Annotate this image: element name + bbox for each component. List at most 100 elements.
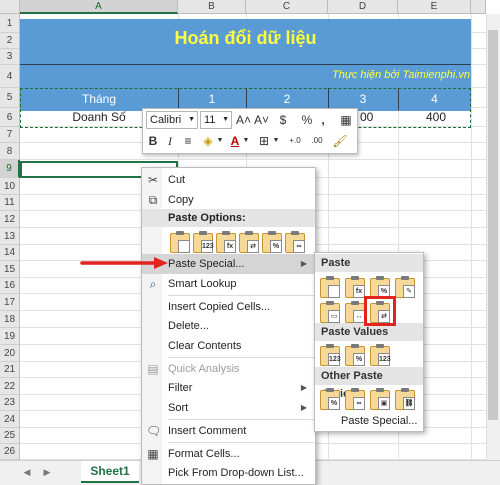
paste-picture-icon[interactable]: ▣ xyxy=(370,388,390,410)
percent-button[interactable]: % xyxy=(300,111,314,129)
red-arrow-annotation xyxy=(80,257,168,269)
shrink-font-button[interactable]: A˅ xyxy=(254,111,269,129)
row-header-7[interactable]: 7 xyxy=(0,127,20,143)
row-header-6[interactable]: 6 xyxy=(0,108,20,127)
increase-decimal-button[interactable]: +.0 xyxy=(284,132,306,150)
filter-label: Filter xyxy=(168,382,193,394)
paste-linked-picture-icon[interactable]: ⛓ xyxy=(395,388,415,410)
paste-values-number-format-icon[interactable]: % xyxy=(345,344,365,366)
column-header-b[interactable]: B xyxy=(178,0,246,14)
column-header-f[interactable] xyxy=(471,0,486,14)
font-name-value: Calibri xyxy=(150,114,182,126)
row-header-12[interactable]: 12 xyxy=(0,211,20,228)
row-header-3[interactable]: 3 xyxy=(0,49,20,65)
row-header-5[interactable]: 5 xyxy=(0,88,20,108)
row-header-22[interactable]: 22 xyxy=(0,378,20,395)
menu-item-sort[interactable]: Sort ▶ xyxy=(142,398,315,418)
chevron-down-icon[interactable]: ▼ xyxy=(242,132,250,150)
decrease-decimal-button[interactable]: .00 xyxy=(306,132,328,150)
column-header-a[interactable]: A xyxy=(20,0,178,14)
next-sheet-icon[interactable]: ▶ xyxy=(40,465,54,479)
menu-item-filter[interactable]: Filter ▶ xyxy=(142,378,315,398)
row-header-20[interactable]: 20 xyxy=(0,345,20,362)
submenu-arrow-icon: ▶ xyxy=(300,383,307,392)
row-header-16[interactable]: 16 xyxy=(0,278,20,294)
row-header-19[interactable]: 19 xyxy=(0,328,20,345)
row-header-8[interactable]: 8 xyxy=(0,143,20,160)
menu-separator xyxy=(168,419,314,420)
row-header-4[interactable]: 4 xyxy=(0,65,20,88)
menu-item-pick-from-dropdown[interactable]: Pick From Drop-down List... xyxy=(142,463,315,483)
currency-button[interactable]: $ xyxy=(272,111,294,129)
chevron-down-icon[interactable]: ▼ xyxy=(216,132,224,150)
row-header-1[interactable]: 1 xyxy=(0,14,20,33)
paste-no-borders-icon[interactable]: ▭ xyxy=(320,301,340,323)
chevron-down-icon[interactable]: ▼ xyxy=(272,132,280,150)
paste-column-widths-icon[interactable]: ↔ xyxy=(345,301,365,323)
row-header-26[interactable]: 26 xyxy=(0,444,20,460)
chevron-down-icon: ▼ xyxy=(188,116,195,123)
row-header-2[interactable]: 2 xyxy=(0,33,20,49)
paste-formulas-icon[interactable]: fx xyxy=(345,276,365,298)
menu-item-format-cells[interactable]: Format Cells... xyxy=(142,444,315,464)
row-header-18[interactable]: 18 xyxy=(0,311,20,328)
menu-separator xyxy=(168,442,314,443)
column-header-e[interactable]: E xyxy=(398,0,471,14)
borders-icon[interactable]: ⊞ xyxy=(256,132,272,150)
menu-item-smart-lookup[interactable]: Smart Lookup xyxy=(142,274,315,294)
paste-link-icon[interactable]: ∞ xyxy=(285,231,305,253)
fill-color-icon[interactable]: ◈ xyxy=(200,132,216,150)
paste-icon[interactable] xyxy=(320,276,340,298)
paste-formulas-icon[interactable]: fx xyxy=(216,231,236,253)
paste-values-icon[interactable]: 123 xyxy=(320,344,341,366)
paste-link-icon[interactable]: ∞ xyxy=(345,388,365,410)
paste-formatting-icon[interactable]: % xyxy=(320,388,340,410)
row-header-13[interactable]: 13 xyxy=(0,228,20,245)
row-header-9[interactable]: 9 xyxy=(0,160,20,178)
cell-e6[interactable]: 400 xyxy=(398,109,464,125)
paste-icons-row-1: fx% ✎ xyxy=(318,276,422,298)
row-header-14[interactable]: 14 xyxy=(0,245,20,261)
menu-item-copy[interactable]: Copy xyxy=(142,190,315,210)
row-header-23[interactable]: 23 xyxy=(0,395,20,411)
align-button[interactable]: ≡ xyxy=(180,132,196,150)
menu-item-clear-contents[interactable]: Clear Contents xyxy=(142,336,315,356)
submenu-item-paste-special[interactable]: Paste Special... xyxy=(315,411,423,431)
font-size-box[interactable]: 11 ▼ xyxy=(200,111,232,129)
gridline xyxy=(20,159,486,160)
menu-item-delete[interactable]: Delete... xyxy=(142,316,315,336)
format-painter-icon[interactable]: 🖌 xyxy=(332,132,348,150)
paste-formulas-number-format-icon[interactable]: % xyxy=(370,276,390,298)
paste-formatting-icon[interactable]: % xyxy=(262,231,282,253)
paste-keep-source-format-icon[interactable]: ✎ xyxy=(395,276,415,298)
row-header-17[interactable]: 17 xyxy=(0,294,20,311)
paste-icon[interactable] xyxy=(170,231,190,253)
italic-button[interactable]: I xyxy=(164,132,176,150)
menu-item-cut[interactable]: Cut xyxy=(142,170,315,190)
paste-special-label: Paste Special... xyxy=(168,258,245,270)
select-all-corner[interactable] xyxy=(0,0,20,14)
format-table-icon[interactable]: ▦ xyxy=(338,111,354,129)
grow-font-button[interactable]: A˄ xyxy=(236,111,251,129)
comma-style-button[interactable]: , xyxy=(318,111,328,129)
scrollbar-thumb[interactable] xyxy=(488,30,498,420)
row-header-25[interactable]: 25 xyxy=(0,428,20,444)
font-color-button[interactable]: A xyxy=(228,132,242,150)
paste-values-source-format-icon[interactable]: 123 xyxy=(370,344,391,366)
prev-sheet-icon[interactable]: ◀ xyxy=(20,465,34,479)
cell-d6[interactable]: 00 xyxy=(360,109,396,125)
paste-values-icon[interactable]: 123 xyxy=(193,231,214,253)
bold-button[interactable]: B xyxy=(146,132,160,150)
paste-transpose-icon[interactable]: ⇄ xyxy=(239,231,259,253)
row-header-15[interactable]: 15 xyxy=(0,261,20,278)
sheet-tab-sheet1[interactable]: Sheet1 xyxy=(81,461,139,483)
column-header-c[interactable]: C xyxy=(246,0,328,14)
row-header-11[interactable]: 11 xyxy=(0,195,20,211)
menu-item-insert-comment[interactable]: Insert Comment xyxy=(142,421,315,441)
column-header-d[interactable]: D xyxy=(328,0,398,14)
row-header-21[interactable]: 21 xyxy=(0,362,20,378)
font-name-box[interactable]: Calibri ▼ xyxy=(146,111,198,129)
menu-item-insert-copied-cells[interactable]: Insert Copied Cells... xyxy=(142,297,315,317)
row-header-24[interactable]: 24 xyxy=(0,411,20,428)
row-header-10[interactable]: 10 xyxy=(0,178,20,195)
